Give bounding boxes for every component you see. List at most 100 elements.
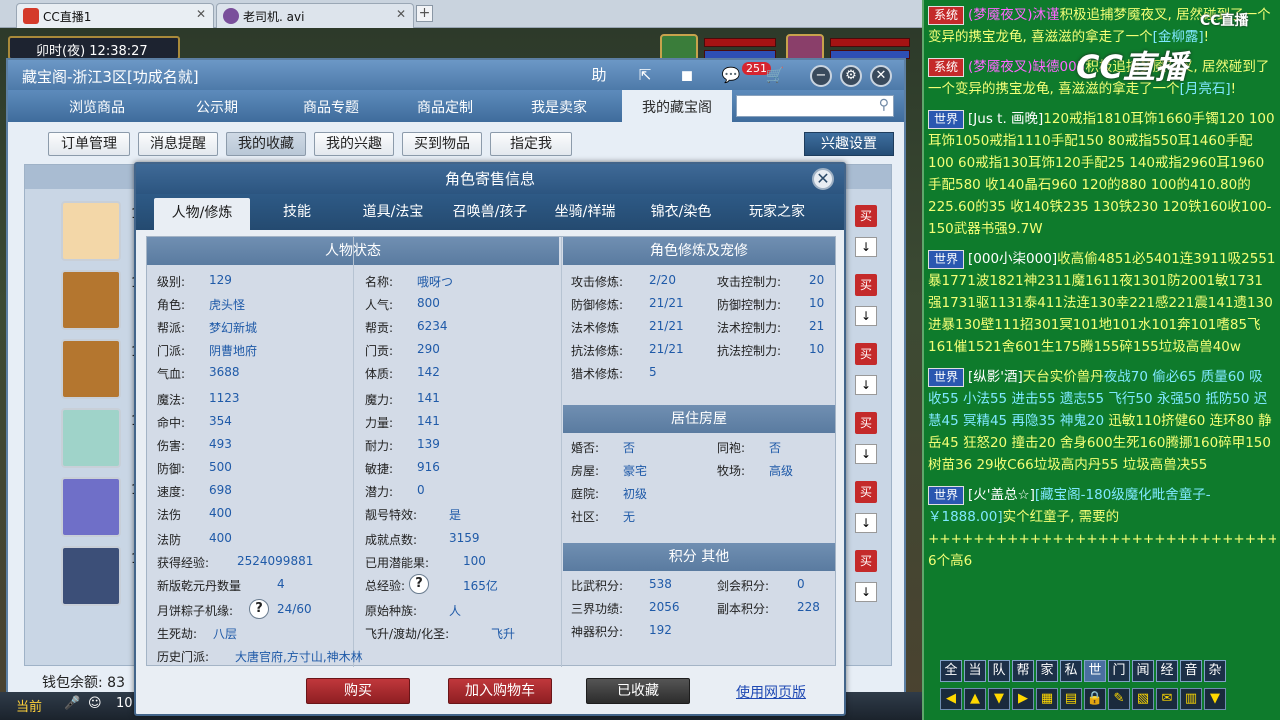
tab-skills[interactable]: 技能 — [256, 194, 338, 230]
bought-items-button[interactable]: 买到物品 — [402, 132, 482, 156]
assigned-to-me-button[interactable]: 指定我 — [490, 132, 572, 156]
tab-home[interactable]: 玩家之家 — [736, 194, 818, 230]
edit-icon[interactable]: ▥ — [1180, 688, 1202, 710]
arrow-down-icon[interactable]: ▼ — [988, 688, 1010, 710]
mic-icon[interactable]: 🎤 — [64, 696, 80, 711]
help-icon[interactable]: ? — [409, 574, 429, 594]
my-favorites-button[interactable]: 我的收藏 — [226, 132, 306, 156]
channel-world[interactable]: 世 — [1084, 660, 1106, 682]
list-icon[interactable]: ▤ — [1060, 688, 1082, 710]
expand-button[interactable]: ↓ — [855, 375, 877, 395]
pen-icon[interactable]: ✎ — [1108, 688, 1130, 710]
buy-button[interactable]: 买 — [855, 481, 877, 503]
channel-news[interactable]: 闻 — [1132, 660, 1154, 682]
tab-custom[interactable]: 商品定制 — [390, 90, 500, 122]
share-icon[interactable]: ⇱ — [634, 64, 656, 86]
channel-private[interactable]: 私 — [1060, 660, 1082, 682]
tab-seller[interactable]: 我是卖家 — [504, 90, 614, 122]
close-icon[interactable]: ✕ — [196, 7, 206, 21]
message-remind-button[interactable]: 消息提醒 — [138, 132, 218, 156]
list-item-avatar[interactable] — [61, 201, 121, 261]
use-web-version-link[interactable]: 使用网页版 — [736, 682, 806, 702]
close-icon[interactable]: ✕ — [870, 65, 892, 87]
copy-icon[interactable]: ▧ — [1132, 688, 1154, 710]
arrow-left-icon[interactable]: ◀ — [940, 688, 962, 710]
stop-icon[interactable]: ◼ — [676, 64, 698, 86]
cart-icon[interactable]: 🛒 — [764, 64, 786, 86]
tab-my-pavilion[interactable]: 我的藏宝阁 — [622, 90, 732, 122]
browser-tab-video[interactable]: 老司机. avi ✕ — [216, 3, 414, 28]
buy-button[interactable]: 买 — [855, 343, 877, 365]
tab-browse[interactable]: 浏览商品 — [42, 90, 152, 122]
expand-button[interactable]: ↓ — [855, 306, 877, 326]
minimize-icon[interactable]: − — [810, 65, 832, 87]
tab-costumes[interactable]: 锦衣/染色 — [640, 194, 722, 230]
my-interests-button[interactable]: 我的兴趣 — [314, 132, 394, 156]
channel-exp[interactable]: 经 — [1156, 660, 1178, 682]
channel-misc[interactable]: 杂 — [1204, 660, 1226, 682]
buy-button[interactable]: 买 — [855, 412, 877, 434]
interest-settings-button[interactable]: 兴趣设置 — [804, 132, 894, 156]
stat-guild-contribution: 帮贡: 6234 — [365, 319, 448, 335]
stat-guild: 帮派: 梦幻新城 — [157, 321, 258, 335]
tab-announce[interactable]: 公示期 — [162, 90, 272, 122]
stat-hp: 气血: 3688 — [157, 365, 240, 381]
close-icon[interactable]: ✕ — [396, 7, 406, 21]
help-icon[interactable]: 助 — [588, 64, 610, 86]
ctrl-defense: 防御控制力: 10 — [717, 296, 825, 312]
new-tab-button[interactable]: + — [416, 5, 433, 22]
tab-pets[interactable]: 召唤兽/孩子 — [442, 194, 538, 230]
channel-all[interactable]: 全 — [940, 660, 962, 682]
channel-current-label[interactable]: 当前 — [16, 696, 42, 715]
list-item-avatar[interactable] — [61, 408, 121, 468]
stat-damage: 伤害: 493 — [157, 437, 232, 453]
list-item-avatar[interactable] — [61, 477, 121, 537]
lock-icon[interactable]: 🔒 — [1084, 688, 1106, 710]
mail-icon[interactable]: ✉ — [1156, 688, 1178, 710]
wallet-balance: 钱包余额: 83 — [42, 675, 125, 691]
tab-mounts[interactable]: 坐骑/祥瑞 — [544, 194, 626, 230]
list-item-avatar[interactable] — [61, 339, 121, 399]
list-item-avatar[interactable] — [61, 546, 121, 606]
order-management-button[interactable]: 订单管理 — [48, 132, 130, 156]
close-icon[interactable]: ✕ — [812, 168, 834, 190]
search-icon[interactable]: ⚲ — [879, 97, 889, 113]
dropdown-icon[interactable]: ▼ — [1204, 688, 1226, 710]
channel-current[interactable]: 当 — [964, 660, 986, 682]
tab-items[interactable]: 道具/法宝 — [352, 194, 434, 230]
message-icon[interactable]: 💬 — [720, 64, 742, 86]
channel-voice[interactable]: 音 — [1180, 660, 1202, 682]
channel-team[interactable]: 队 — [988, 660, 1010, 682]
collected-button[interactable]: 已收藏 — [586, 678, 690, 704]
tab-character[interactable]: 人物/修炼 — [154, 198, 250, 230]
grid-icon[interactable]: ▦ — [1036, 688, 1058, 710]
pts-pvp: 比武积分: 538 — [571, 577, 672, 593]
settings-icon[interactable]: ⚙ — [840, 65, 862, 87]
arrow-up-icon[interactable]: ▲ — [964, 688, 986, 710]
search-input[interactable]: ⚲ — [736, 95, 894, 117]
buy-button[interactable]: 购买 — [306, 678, 410, 704]
channel-guild[interactable]: 帮 — [1012, 660, 1034, 682]
list-item-avatar[interactable] — [61, 270, 121, 330]
expand-button[interactable]: ↓ — [855, 582, 877, 602]
tab-topics[interactable]: 商品专题 — [276, 90, 386, 122]
channel-school[interactable]: 门 — [1108, 660, 1130, 682]
emoji-icon[interactable]: ☺ — [88, 696, 102, 711]
buy-button[interactable]: 买 — [855, 550, 877, 572]
cc-logo-icon — [23, 8, 39, 24]
channel-tag: 系统 — [928, 58, 965, 77]
divider — [353, 237, 354, 667]
buy-button[interactable]: 买 — [855, 274, 877, 296]
chat-input-field[interactable]: 10 — [116, 696, 133, 711]
add-to-cart-button[interactable]: 加入购物车 — [448, 678, 552, 704]
help-icon[interactable]: ? — [249, 599, 269, 619]
stat-life-death: 生死劫: 八层 — [157, 627, 238, 641]
browser-tab-cc[interactable]: CC直播1 ✕ — [16, 3, 214, 28]
expand-button[interactable]: ↓ — [855, 513, 877, 533]
buy-button[interactable]: 买 — [855, 205, 877, 227]
channel-family[interactable]: 家 — [1036, 660, 1058, 682]
pts-artifact: 神器积分: 192 — [571, 623, 672, 639]
expand-button[interactable]: ↓ — [855, 444, 877, 464]
arrow-right-icon[interactable]: ▶ — [1012, 688, 1034, 710]
expand-button[interactable]: ↓ — [855, 237, 877, 257]
